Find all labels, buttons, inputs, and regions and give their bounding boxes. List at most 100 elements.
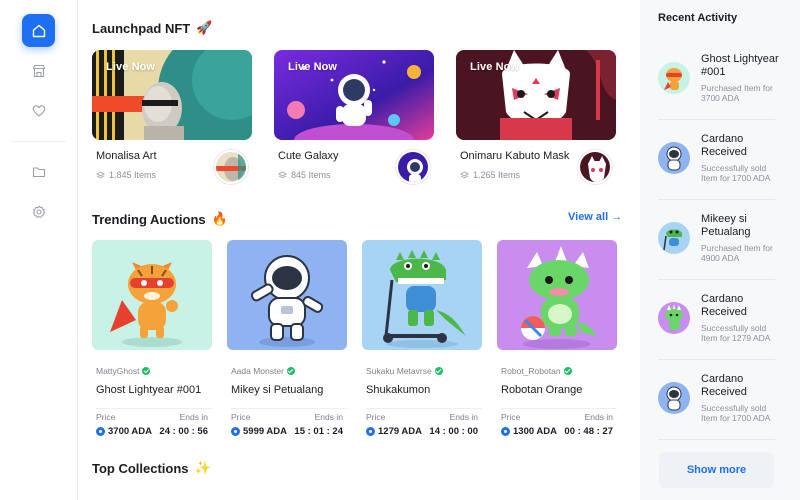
creator-avatar[interactable] bbox=[396, 150, 430, 184]
creator-name: MattyGhost bbox=[96, 366, 140, 376]
nft-image-mikey-petualang[interactable] bbox=[227, 240, 347, 350]
nft-image-kabuto-mask[interactable]: Live Now bbox=[456, 50, 616, 140]
ada-coin-icon bbox=[501, 427, 510, 436]
creator-name: Robot_Robotan bbox=[501, 366, 561, 376]
countdown-timer: 00 : 48 : 27 bbox=[564, 426, 613, 437]
sidebar-divider bbox=[12, 141, 66, 142]
creator-avatar[interactable] bbox=[214, 150, 248, 184]
price-value: 1279 ADA bbox=[366, 426, 422, 437]
launchpad-card[interactable]: Live Now Cute Galaxy 845 Items bbox=[274, 50, 434, 184]
nft-image-galaxy[interactable]: Live Now bbox=[274, 50, 434, 140]
layers-icon bbox=[278, 170, 287, 178]
item-count-text: 1.845 Items bbox=[109, 170, 157, 180]
activity-item[interactable]: Ghost Lightyear #001 Purchased Item for … bbox=[658, 40, 779, 120]
price-text: 5999 ADA bbox=[243, 426, 288, 437]
heart-icon bbox=[32, 104, 45, 117]
sidebar-item-home[interactable] bbox=[22, 14, 55, 47]
nft-image-ghost-lightyear[interactable] bbox=[92, 240, 212, 350]
creator-name: Aada Monster bbox=[231, 366, 284, 376]
creator-info: Aada Monster bbox=[231, 366, 347, 376]
activity-title: Cardano Received bbox=[701, 373, 747, 398]
sidebar bbox=[0, 0, 78, 500]
activity-avatar bbox=[658, 382, 690, 414]
creator-avatar[interactable] bbox=[578, 150, 612, 184]
store-icon bbox=[32, 64, 45, 77]
ends-label: Ends in bbox=[179, 412, 208, 422]
activity-title: Cardano Received bbox=[701, 133, 747, 158]
nft-image-robotan-orange[interactable] bbox=[497, 240, 617, 350]
divider bbox=[501, 408, 617, 409]
nft-name: Robotan Orange bbox=[501, 384, 583, 396]
sidebar-item-collections[interactable] bbox=[22, 155, 55, 188]
activity-item[interactable]: Cardano Received Successfully sold Item … bbox=[658, 360, 775, 440]
view-all-link[interactable]: View all → bbox=[568, 211, 622, 223]
activity-title: Mikeey si Petualang bbox=[701, 213, 751, 238]
price-label: Price bbox=[366, 412, 386, 422]
activity-desc: Purchased Item for 4900 ADA bbox=[701, 243, 773, 263]
layers-icon bbox=[460, 170, 469, 178]
ada-coin-icon bbox=[366, 427, 375, 436]
activity-item[interactable]: Cardano Received Successfully sold Item … bbox=[658, 120, 775, 200]
creator-info: Sukaku Metavrse bbox=[366, 366, 482, 376]
trending-title: Trending Auctions bbox=[92, 211, 206, 227]
activity-desc: Successfully sold Item for 1279 ADA bbox=[701, 323, 771, 343]
gear-icon bbox=[32, 205, 45, 218]
nft-name: Shukakumon bbox=[366, 384, 431, 396]
nft-image-shukakumon[interactable] bbox=[362, 240, 482, 350]
home-icon bbox=[32, 24, 45, 37]
collection-name: Onimaru Kabuto Mask bbox=[460, 150, 570, 162]
activity-desc: Purchased Item for 3700 ADA bbox=[701, 83, 773, 103]
trending-heading: Trending Auctions 🔥 bbox=[92, 211, 228, 227]
show-more-button[interactable]: Show more bbox=[659, 452, 774, 488]
price-text: 1279 ADA bbox=[378, 426, 423, 437]
auction-card[interactable]: Sukaku Metavrse Shukakumon Price Ends in… bbox=[362, 240, 482, 437]
verified-icon bbox=[434, 367, 443, 375]
sidebar-item-settings[interactable] bbox=[22, 195, 55, 228]
item-count-text: 845 Items bbox=[291, 170, 331, 180]
ada-coin-icon bbox=[231, 427, 240, 436]
launchpad-title: Launchpad NFT bbox=[92, 20, 191, 36]
auction-card[interactable]: Aada Monster Mikey si Petualang Price En… bbox=[227, 240, 347, 437]
creator-info: MattyGhost bbox=[96, 366, 212, 376]
collection-name: Monalisa Art bbox=[96, 150, 157, 162]
item-count: 1.845 Items bbox=[96, 170, 156, 180]
live-now-badge: Live Now bbox=[106, 61, 156, 73]
fire-icon: 🔥 bbox=[211, 211, 228, 226]
item-count: 845 Items bbox=[278, 170, 331, 180]
main-content: Launchpad NFT 🚀 Live Now Monalisa Art 1.… bbox=[78, 0, 630, 500]
auction-card[interactable]: MattyGhost Ghost Lightyear #001 Price En… bbox=[92, 240, 212, 437]
launchpad-card[interactable]: Live Now Onimaru Kabuto Mask 1.265 Items bbox=[456, 50, 616, 184]
price-label: Price bbox=[96, 412, 116, 422]
price-label: Price bbox=[501, 412, 521, 422]
launchpad-heading: Launchpad NFT 🚀 bbox=[92, 20, 212, 36]
activity-title: Cardano Received bbox=[701, 293, 747, 318]
activity-desc: Successfully sold Item for 1700 ADA bbox=[701, 403, 771, 423]
recent-activity-panel: Recent Activity Ghost Lightyear #001 Pur… bbox=[640, 0, 800, 500]
sidebar-item-store[interactable] bbox=[22, 54, 55, 87]
nft-name: Mikey si Petualang bbox=[231, 384, 324, 396]
layers-icon bbox=[96, 170, 105, 178]
verified-icon bbox=[286, 367, 295, 375]
activity-desc: Successfully sold Item for 1700 ADA bbox=[701, 163, 771, 183]
auction-card[interactable]: Robot_Robotan Robotan Orange Price Ends … bbox=[497, 240, 617, 437]
price-value: 1300 ADA bbox=[501, 426, 557, 437]
activity-avatar bbox=[658, 142, 690, 174]
activity-item[interactable]: Cardano Received Successfully sold Item … bbox=[658, 280, 775, 360]
nft-name: Ghost Lightyear #001 bbox=[96, 384, 202, 396]
live-now-badge: Live Now bbox=[470, 61, 520, 73]
nft-image-monalisa[interactable]: Live Now bbox=[92, 50, 252, 140]
launchpad-card[interactable]: Live Now Monalisa Art 1.845 Items bbox=[92, 50, 252, 184]
price-text: 3700 ADA bbox=[108, 426, 153, 437]
item-count-text: 1.265 Items bbox=[473, 170, 521, 180]
activity-title: Ghost Lightyear #001 bbox=[701, 53, 779, 78]
price-text: 1300 ADA bbox=[513, 426, 558, 437]
live-now-badge: Live Now bbox=[288, 61, 338, 73]
activity-item[interactable]: Mikeey si Petualang Purchased Item for 4… bbox=[658, 200, 775, 280]
ends-label: Ends in bbox=[449, 412, 478, 422]
activity-avatar bbox=[658, 222, 690, 254]
sparkle-icon: ✨ bbox=[194, 460, 211, 475]
divider bbox=[231, 408, 347, 409]
countdown-timer: 15 : 01 : 24 bbox=[294, 426, 343, 437]
countdown-timer: 24 : 00 : 56 bbox=[159, 426, 208, 437]
sidebar-item-favorites[interactable] bbox=[22, 94, 55, 127]
